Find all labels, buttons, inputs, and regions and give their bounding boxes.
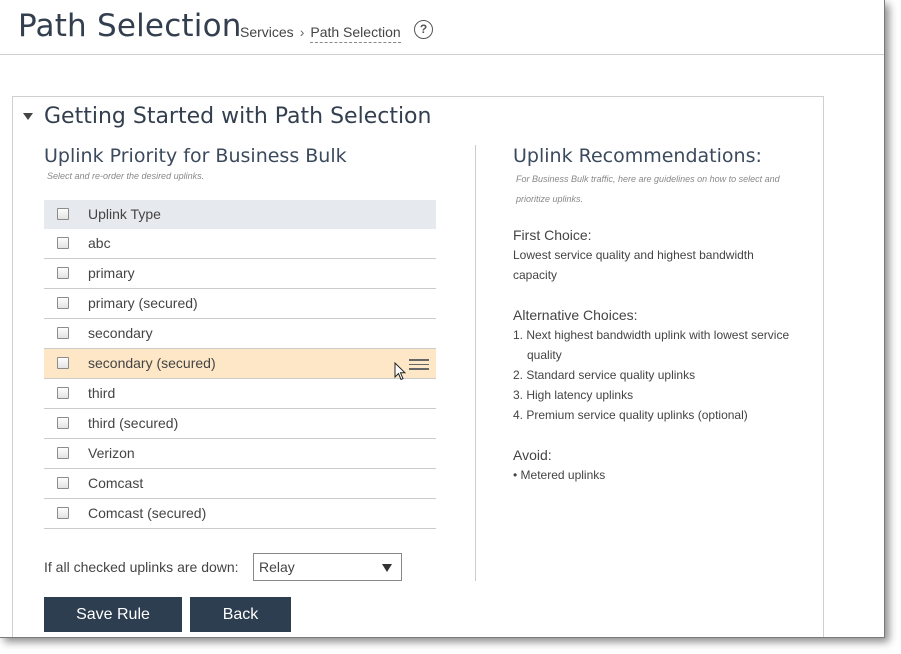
- back-button[interactable]: Back: [190, 597, 291, 632]
- breadcrumb-services-link[interactable]: Services: [240, 24, 294, 40]
- row-checkbox[interactable]: [57, 447, 69, 459]
- recommendations-title: Uplink Recommendations:: [513, 145, 762, 167]
- alternative-item: quality: [527, 348, 562, 362]
- column-divider: [475, 145, 476, 581]
- drag-handle-icon[interactable]: [409, 359, 429, 373]
- dropdown-arrow-icon: [382, 564, 392, 572]
- uplink-label: secondary (secured): [88, 355, 216, 371]
- row-checkbox[interactable]: [57, 267, 69, 279]
- getting-started-panel: Getting Started with Path Selection Upli…: [12, 96, 824, 637]
- fallback-select[interactable]: Relay: [253, 553, 402, 581]
- uplink-label: secondary: [88, 325, 153, 341]
- fallback-select-value: Relay: [259, 559, 295, 575]
- uplink-label: primary (secured): [88, 295, 198, 311]
- table-row[interactable]: primary: [44, 259, 436, 289]
- fallback-label: If all checked uplinks are down:: [44, 559, 239, 575]
- alternative-item: 1. Next highest bandwidth uplink with lo…: [513, 328, 790, 342]
- row-checkbox[interactable]: [57, 327, 69, 339]
- alternative-choices-heading: Alternative Choices:: [513, 307, 638, 323]
- uplink-label: primary: [88, 265, 135, 281]
- breadcrumb-current: Path Selection: [310, 24, 401, 43]
- page-title: Path Selection: [18, 8, 242, 44]
- row-checkbox[interactable]: [57, 417, 69, 429]
- table-row-highlighted[interactable]: secondary (secured): [44, 349, 436, 381]
- row-checkbox[interactable]: [57, 237, 69, 249]
- table-row[interactable]: Comcast (secured): [44, 499, 436, 529]
- uplink-label: Verizon: [88, 445, 135, 461]
- collapse-caret-icon[interactable]: [23, 113, 33, 120]
- uplink-priority-subtitle: Select and re-order the desired uplinks.: [47, 171, 205, 181]
- breadcrumb: Services › Path Selection: [240, 24, 401, 43]
- select-all-checkbox[interactable]: [57, 208, 69, 220]
- help-icon[interactable]: ?: [414, 20, 433, 39]
- uplink-table: Uplink Type abc primary primary (secured…: [44, 200, 436, 529]
- first-choice-heading: First Choice:: [513, 227, 592, 243]
- alternative-item: 2. Standard service quality uplinks: [513, 368, 696, 382]
- page-header: Path Selection Services › Path Selection ?: [0, 0, 884, 55]
- row-checkbox[interactable]: [57, 477, 69, 489]
- table-row[interactable]: Verizon: [44, 439, 436, 469]
- alternative-item: 4. Premium service quality uplinks (opti…: [513, 408, 748, 422]
- alternative-item: 3. High latency uplinks: [513, 388, 634, 402]
- row-checkbox[interactable]: [57, 387, 69, 399]
- table-row[interactable]: third (secured): [44, 409, 436, 439]
- row-checkbox[interactable]: [57, 507, 69, 519]
- breadcrumb-separator: ›: [299, 24, 305, 40]
- first-choice-text: capacity: [513, 268, 558, 282]
- table-row[interactable]: Comcast: [44, 469, 436, 499]
- table-row[interactable]: abc: [44, 229, 436, 259]
- row-checkbox[interactable]: [57, 357, 69, 369]
- uplink-label: third (secured): [88, 415, 179, 431]
- table-header-row: Uplink Type: [44, 200, 436, 229]
- uplink-priority-title: Uplink Priority for Business Bulk: [44, 145, 347, 167]
- table-row[interactable]: primary (secured): [44, 289, 436, 319]
- first-choice-text: Lowest service quality and highest bandw…: [513, 248, 754, 262]
- uplink-label: Comcast (secured): [88, 505, 207, 521]
- app-window: Path Selection Services › Path Selection ?…: [0, 0, 885, 638]
- save-rule-button[interactable]: Save Rule: [44, 597, 182, 632]
- avoid-heading: Avoid:: [513, 447, 552, 463]
- panel-title[interactable]: Getting Started with Path Selection: [44, 104, 431, 129]
- recommendations-subtitle: For Business Bulk traffic, here are guid…: [516, 174, 780, 204]
- uplink-type-header: Uplink Type: [88, 206, 161, 222]
- avoid-item: • Metered uplinks: [513, 468, 606, 482]
- uplink-label: abc: [88, 235, 111, 251]
- table-row[interactable]: third: [44, 379, 436, 409]
- table-row[interactable]: secondary: [44, 319, 436, 349]
- uplink-label: third: [88, 385, 116, 401]
- row-checkbox[interactable]: [57, 297, 69, 309]
- uplink-label: Comcast: [88, 475, 144, 491]
